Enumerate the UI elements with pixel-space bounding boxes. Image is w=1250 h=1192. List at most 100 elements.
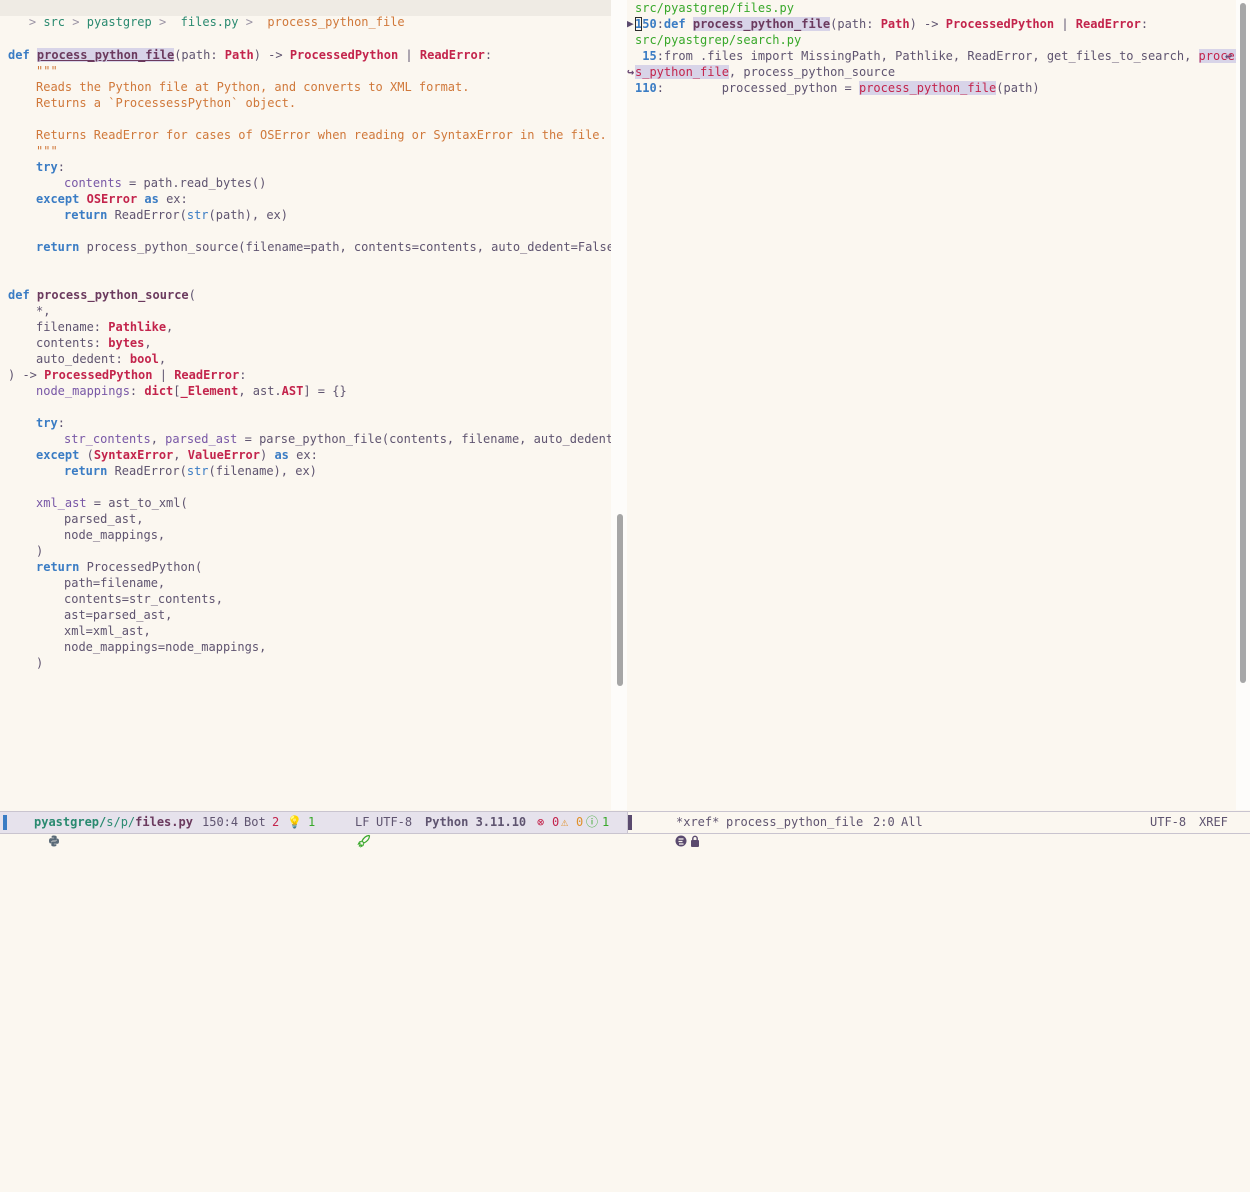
buffer-path[interactable]: pyastgrep/s/p/files.py [34, 812, 193, 832]
code-text: , [166, 320, 174, 334]
function-name: process_python_source [36, 288, 189, 302]
code-text: ) -> [909, 17, 946, 31]
keyword: as [274, 448, 289, 462]
function-name-highlighted[interactable]: process_python_file [36, 48, 175, 62]
code-text: , ast. [238, 384, 282, 398]
line-number: 110 [635, 81, 657, 95]
code-text: : processed_python = [656, 81, 859, 95]
code-text: = parse_python_file(contents, filename, … [237, 432, 621, 446]
match-highlight: process_python_file [858, 81, 997, 95]
code-line: return ReadError(str(path), ex) [64, 207, 288, 223]
flymake-count[interactable]: 2 [272, 812, 279, 832]
breadcrumb-separator: > [65, 15, 87, 29]
code-text: ] = {} [303, 384, 347, 398]
code-text: : [656, 17, 664, 31]
left-editor-pane[interactable]: > src > pyastgrep > files.py > process_p… [0, 0, 628, 810]
code-text: , [150, 432, 166, 446]
code-text: : [57, 416, 65, 430]
code-text: (path) [996, 81, 1040, 95]
docstring-line: """ [36, 64, 58, 78]
type-name: OSError [86, 192, 138, 206]
keyword: return [64, 464, 108, 478]
code-line: try: [36, 159, 65, 175]
code-line: ) [36, 544, 44, 558]
type-name: ReadError [174, 368, 240, 382]
code-text: = path.read_bytes() [121, 176, 267, 190]
xref-result-continuation[interactable]: s_python_file, process_python_source [635, 64, 895, 80]
type-name: ValueError [187, 448, 260, 462]
right-scrollbar-thumb[interactable] [1240, 3, 1246, 683]
window-divider[interactable] [611, 0, 627, 810]
xref-file-header[interactable]: src/pyastgrep/search.py [635, 32, 801, 48]
xref-result[interactable]: 15:from .files import MissingPath, Pathl… [635, 48, 1242, 64]
code-line: def process_python_file(path: Path) -> P… [8, 47, 492, 63]
code-text: ReadError( [107, 464, 187, 478]
breadcrumb-item-pyastgrep[interactable]: pyastgrep [87, 15, 152, 29]
info-count[interactable]: 1 [602, 812, 609, 832]
warning-count[interactable]: 0 [576, 812, 583, 832]
eol-type: LF [355, 815, 370, 829]
code-line: filename: Pathlike, [36, 319, 173, 335]
code-line: *, [36, 304, 51, 318]
code-text: [ [173, 384, 181, 398]
major-mode[interactable]: XREF [1199, 812, 1228, 832]
code-text: ProcessedPython( [79, 560, 203, 574]
code-line: try: [36, 415, 65, 431]
xref-result[interactable]: 110: processed_python = process_python_f… [635, 80, 1040, 96]
warning-icon: ⚠ [561, 815, 569, 829]
variable: xml_ast [36, 496, 87, 510]
xref-file-header[interactable]: src/pyastgrep/files.py [635, 0, 794, 16]
keyword: return [36, 240, 80, 254]
code-line: ) -> ProcessedPython | ReadError: [8, 367, 246, 383]
encoding: UTF-8 [376, 815, 413, 829]
keyword: as [144, 192, 159, 206]
code-line: path=filename, [64, 576, 166, 590]
code-line: return process_python_source(filename=pa… [36, 239, 621, 255]
info-icon: ⓘ [586, 815, 599, 829]
type-name: SyntaxError [93, 448, 174, 462]
error-count[interactable]: 0 [552, 812, 559, 832]
breadcrumb-item-src[interactable]: src [43, 15, 65, 29]
right-scrollbar[interactable] [1236, 0, 1250, 810]
code-text: process_python_source(filename=path, con… [79, 240, 622, 254]
code-text: ( [79, 448, 94, 462]
code-text: | [1054, 17, 1076, 31]
code-text: : [1140, 17, 1149, 31]
match-highlight: process_python_file [692, 17, 831, 31]
code-line: ) [36, 656, 44, 670]
wrap-right-icon: ↩ [1225, 49, 1233, 63]
variable: str_contents [64, 432, 151, 446]
code-text: contents: [36, 336, 109, 350]
code-text: :from .files import MissingPath, Pathlik… [656, 49, 1199, 63]
active-window-indicator [3, 815, 7, 830]
docstring-line: """ [36, 144, 58, 158]
project-name: pyastgrep/ [34, 815, 107, 829]
breadcrumb: > src > pyastgrep > files.py > process_p… [0, 0, 611, 29]
major-mode[interactable]: Python 3.11.10 [425, 812, 526, 832]
code-text: ex: [288, 448, 318, 462]
code-line: xml=xml_ast, [64, 624, 151, 638]
breadcrumb-item-function[interactable]: process_python_file [267, 15, 404, 29]
type-name: Path [224, 48, 254, 62]
xref-pane[interactable]: ▶ src/pyastgrep/files.py 150:def process… [627, 0, 1242, 810]
code-action-count[interactable]: 1 [308, 812, 315, 832]
code-text: : [484, 48, 493, 62]
variable: parsed_ast [165, 432, 238, 446]
code-text: ) -> [253, 48, 290, 62]
code-line: def process_python_source( [8, 287, 196, 303]
breadcrumb-separator: > [151, 15, 181, 29]
code-text: (path), ex) [208, 208, 289, 222]
modeline-right: *xref* process_python_file 2:0 All UTF-8… [627, 811, 1250, 847]
encoding: UTF-8 [1150, 815, 1187, 829]
left-scrollbar-thumb[interactable] [617, 514, 623, 686]
breadcrumb-item-file[interactable]: files.py [181, 15, 239, 29]
xref-result[interactable]: 150:def process_python_file(path: Path) … [635, 16, 1148, 32]
breadcrumb-separator: > [238, 15, 268, 29]
keyword: def [8, 288, 30, 302]
variable: contents [64, 176, 122, 190]
type-name: ProcessedPython [44, 368, 153, 382]
error-icon: ⊗ [537, 815, 545, 829]
code-line: contents = path.read_bytes() [64, 175, 266, 191]
breadcrumb-separator: > [28, 15, 44, 29]
buffer-name[interactable]: *xref* [676, 812, 719, 832]
